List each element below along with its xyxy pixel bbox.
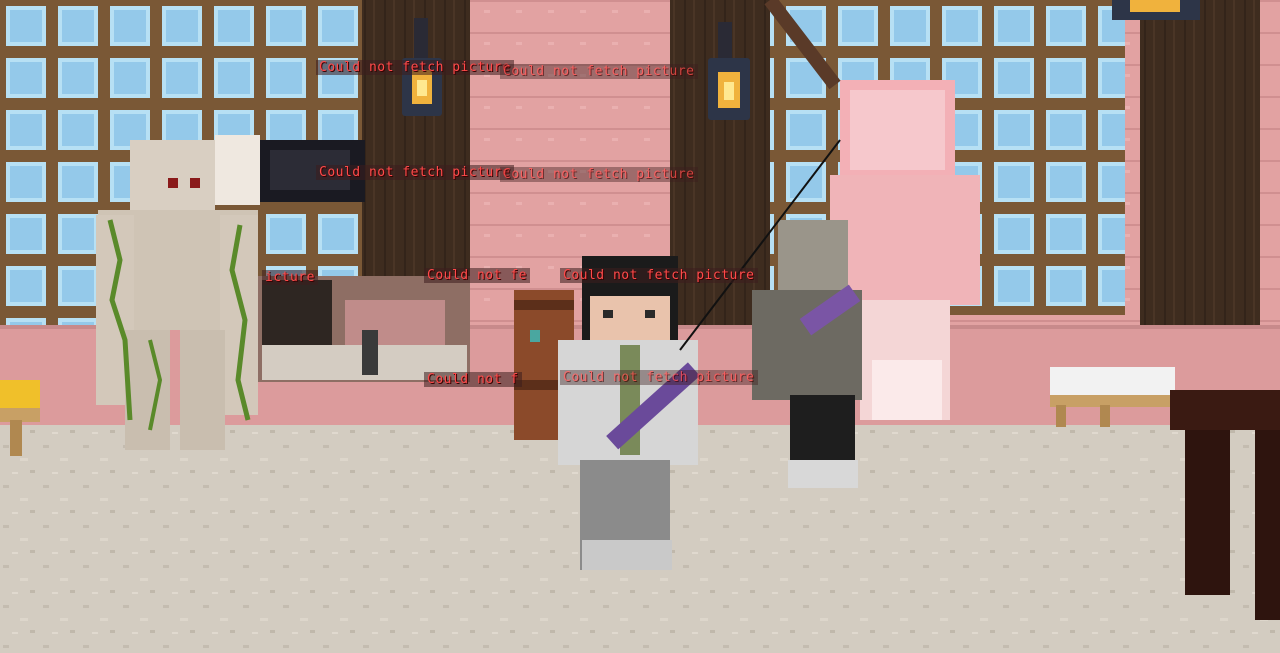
error-overlay-7: Could not fetch picture	[560, 268, 758, 283]
game-viewport[interactable]	[0, 0, 1280, 653]
picture-frame-room	[258, 276, 470, 382]
error-overlay-2: Could not fetch picture	[500, 64, 698, 79]
error-overlay-5: Could not fe	[424, 268, 530, 283]
error-overlay-8: Could not f	[424, 372, 522, 387]
error-overlay-3: Could not fetch picture	[316, 165, 514, 180]
error-overlay-9: Could not fetch picture	[560, 370, 758, 385]
error-overlay-1: Could not fetch picture	[316, 60, 514, 75]
dark-table	[1170, 390, 1280, 620]
error-overlay-6: icture	[262, 270, 318, 285]
lantern-icon	[1112, 0, 1200, 20]
error-overlay-4: Could not fetch picture	[500, 167, 698, 182]
